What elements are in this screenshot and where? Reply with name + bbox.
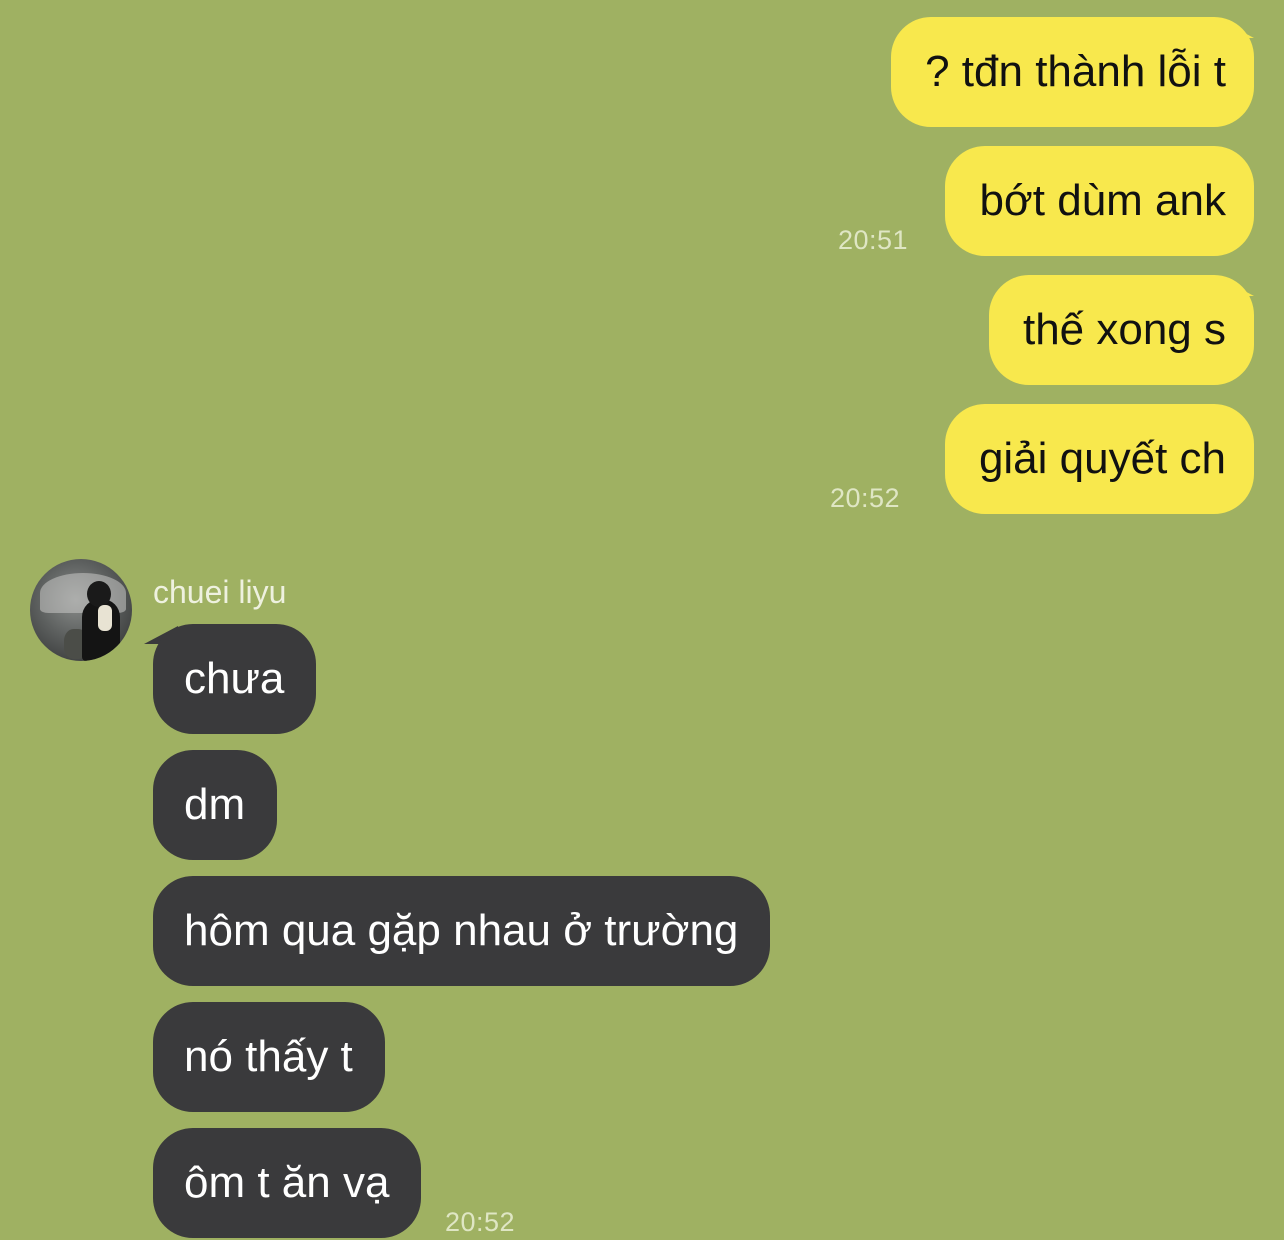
- incoming-message[interactable]: ôm t ăn vạ: [153, 1128, 422, 1238]
- incoming-message[interactable]: nó thấy t: [153, 1002, 385, 1112]
- message-text: giải quyết ch: [978, 434, 1226, 483]
- incoming-message[interactable]: dm: [153, 750, 278, 860]
- incoming-message[interactable]: hôm qua gặp nhau ở trường: [153, 876, 771, 986]
- outgoing-message[interactable]: thế xong s: [988, 275, 1254, 385]
- message-text: ôm t ăn vạ: [184, 1158, 390, 1207]
- message-text: dm: [184, 780, 246, 829]
- message-text: hôm qua gặp nhau ở trường: [184, 906, 739, 955]
- message-timestamp: 20:52: [445, 1207, 516, 1237]
- message-text: thế xong s: [1022, 305, 1226, 354]
- outgoing-message[interactable]: ? tđn thành lỗi t: [891, 17, 1254, 127]
- message-timestamp: 20:52: [830, 483, 901, 513]
- message-text: chưa: [184, 654, 285, 703]
- outgoing-message[interactable]: giải quyết ch: [944, 404, 1254, 514]
- outgoing-message[interactable]: bớt dùm ank: [945, 146, 1254, 256]
- profile-photo-icon[interactable]: [30, 559, 132, 661]
- message-timestamp: 20:51: [838, 225, 909, 255]
- sender-name[interactable]: chuei liyu: [153, 574, 286, 611]
- message-text: ? tđn thành lỗi t: [925, 47, 1226, 96]
- incoming-message[interactable]: chưa: [153, 624, 317, 734]
- message-text: nó thấy t: [184, 1032, 353, 1081]
- message-text: bớt dùm ank: [979, 176, 1226, 225]
